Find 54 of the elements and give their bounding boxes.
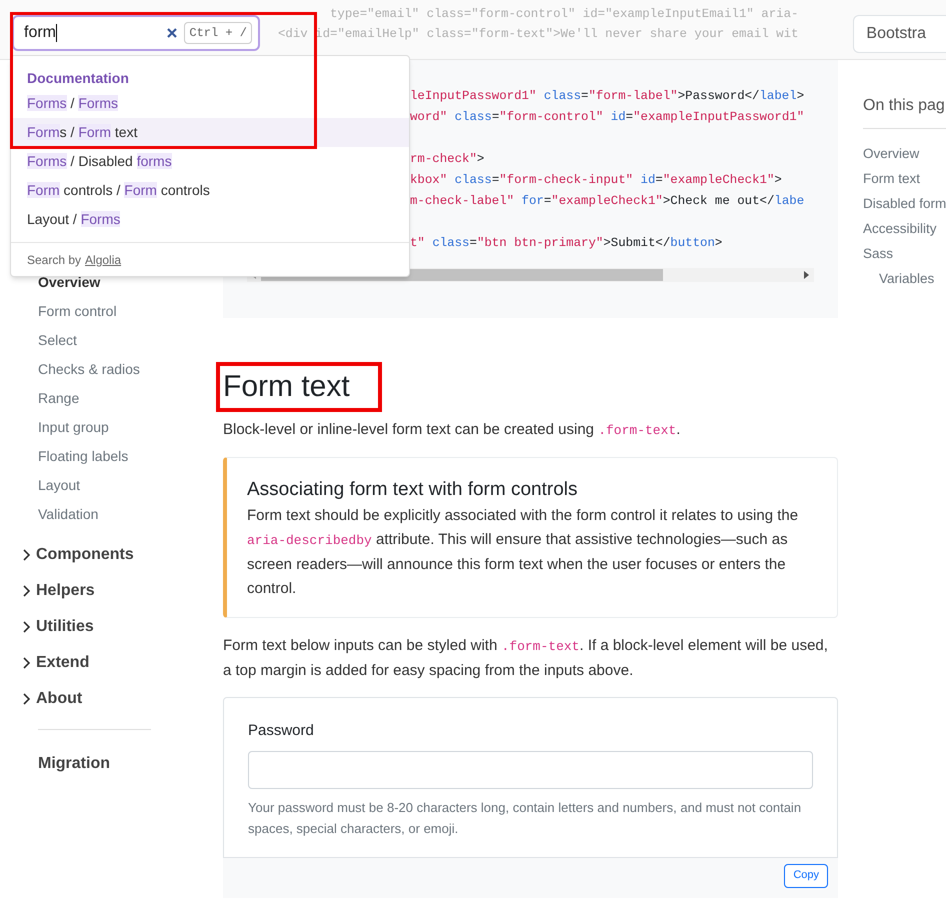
callout-text: Form text should be explicitly associated with the form control it relates to using the aria-describedby attribute. This will ensure that assistive technologies—such as screen readers—will announce this form text when the user focuses or enters the control. [247, 506, 800, 599]
field-label: Password [248, 721, 315, 741]
chevron-icon [22, 620, 32, 634]
sidebar-group-toggle[interactable]: About [22, 681, 82, 717]
search-credit: Search by [27, 252, 82, 268]
search-result[interactable]: Forms / Form text [11, 118, 409, 147]
section-paragraph: Form text below inputs can be styled with .form-text. If a block-level element will be used, a top margin is added for easy spacing from the inputs above. [223, 636, 829, 681]
toc-link[interactable]: Overview [863, 141, 946, 166]
code-line: rm-check"> [410, 152, 484, 166]
code-line: m-check-label" for="exampleCheck1">Check me out</labe [410, 194, 804, 208]
code-line: word" class="form-control" id="exampleInputPassword1" [410, 110, 804, 124]
search-result[interactable]: Layout / Forms [11, 205, 409, 234]
sidebar-link[interactable]: Checks & radios [22, 359, 140, 380]
toc-link[interactable]: Sass [863, 241, 946, 266]
algolia-link[interactable]: Algolia [85, 250, 122, 268]
toc-link[interactable]: Variables [863, 266, 946, 291]
version-button[interactable]: Bootstra [853, 15, 946, 53]
sidebar-link[interactable]: Range [22, 388, 80, 409]
chevron-icon [22, 548, 32, 562]
faded-code-line: type="email" class="form-control" id="exampleInputEmail1" aria- [329, 6, 800, 23]
section-heading: Form text [223, 369, 350, 405]
toc-title: On this pag [863, 94, 946, 129]
password-field[interactable] [248, 750, 813, 788]
dropdown-section-title: Documentation [26, 69, 130, 88]
sidebar-group-toggle[interactable]: Utilities [22, 609, 94, 645]
faded-code-line: <div id="emailHelp" class="form-text">We'll never share your email wit [278, 26, 800, 43]
sidebar-link[interactable]: Floating labels [22, 446, 128, 467]
shortcut-hint: Ctrl + / [184, 22, 252, 44]
chevron-icon [22, 584, 32, 598]
sidebar-group-toggle[interactable]: Extend [22, 645, 90, 681]
sidebar-link[interactable]: Validation [22, 504, 98, 525]
sidebar-link[interactable]: Input group [22, 417, 109, 438]
sidebar-link[interactable]: Form control [22, 301, 117, 322]
search-field[interactable]: form Ctrl + / [12, 15, 260, 51]
sidebar-link[interactable]: Migration [22, 752, 200, 776]
search-result[interactable]: Form controls / Form controls [11, 176, 409, 205]
clear-icon[interactable] [166, 27, 178, 39]
code-line: t" class="btn btn-primary">Submit</button> [410, 236, 722, 250]
code-line: kbox" class="form-check-input" id="exampleCheck1"> [410, 173, 782, 187]
sidebar-link[interactable]: Select [22, 330, 77, 351]
copy-button[interactable]: Copy [784, 864, 828, 888]
sidebar-group-toggle[interactable]: Components [22, 537, 134, 573]
toc-link[interactable]: Accessibility [863, 216, 946, 241]
code-line: leInputPassword1" class="form-label">Password</label> [410, 89, 804, 103]
chevron-icon [22, 692, 32, 706]
toc-link[interactable]: Form text [863, 166, 946, 191]
toc-link[interactable]: Disabled form [863, 191, 946, 216]
chevron-icon [22, 656, 32, 670]
sidebar-group-toggle[interactable]: Helpers [22, 573, 95, 609]
section-intro: Block-level or inline-level form text can be created using .form-text. [223, 420, 682, 440]
search-result[interactable]: Forms / Disabled forms [11, 147, 409, 176]
callout-title: Associating form text with form controls [247, 478, 578, 502]
help-text: Your password must be 8-20 characters long, contain letters and numbers, and must not contain spaces, special characters, or emoji. [248, 798, 802, 838]
sidebar-link[interactable]: Layout [22, 475, 80, 496]
